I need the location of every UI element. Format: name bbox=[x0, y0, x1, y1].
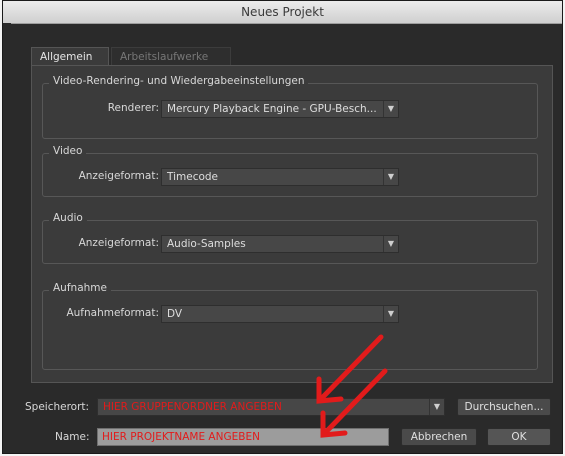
group-video: Video Anzeigeformat: Timecode ▼ bbox=[42, 145, 538, 197]
location-dropdown[interactable]: HIER GRUPPENORDNER ANGEBEN ▼ bbox=[97, 398, 445, 416]
renderer-value: Mercury Playback Engine - GPU-Besch... bbox=[167, 103, 377, 115]
audio-display-format-value: Audio-Samples bbox=[167, 238, 246, 250]
cancel-button[interactable]: Abbrechen bbox=[401, 428, 477, 446]
video-display-format-value: Timecode bbox=[167, 171, 219, 183]
project-name-value: HIER PROJEKTNAME ANGEBEN bbox=[102, 431, 260, 443]
renderer-label: Renderer: bbox=[107, 102, 159, 114]
video-display-format-label: Anzeigeformat: bbox=[78, 170, 159, 182]
group-title-audio: Audio bbox=[49, 212, 87, 224]
group-title-capture: Aufnahme bbox=[49, 282, 111, 294]
project-name-input[interactable]: HIER PROJEKTNAME ANGEBEN bbox=[97, 428, 389, 446]
audio-display-format-label: Anzeigeformat: bbox=[78, 237, 159, 249]
tab-general[interactable]: Allgemein bbox=[31, 47, 109, 65]
capture-format-value: DV bbox=[167, 308, 183, 320]
renderer-dropdown[interactable]: Mercury Playback Engine - GPU-Besch... ▼ bbox=[161, 100, 399, 118]
chevron-down-icon: ▼ bbox=[383, 169, 398, 185]
chevron-down-icon: ▼ bbox=[383, 306, 398, 322]
video-display-format-dropdown[interactable]: Timecode ▼ bbox=[161, 168, 399, 186]
audio-display-format-dropdown[interactable]: Audio-Samples ▼ bbox=[161, 235, 399, 253]
group-title-video: Video bbox=[49, 145, 87, 157]
settings-panel: Video-Rendering- und Wiedergabeeinstellu… bbox=[31, 65, 553, 383]
chevron-down-icon: ▼ bbox=[429, 399, 444, 415]
window-title: Neues Projekt bbox=[3, 1, 562, 24]
group-rendering: Video-Rendering- und Wiedergabeeinstellu… bbox=[42, 75, 538, 139]
location-label: Speicherort: bbox=[25, 401, 90, 413]
capture-format-label: Aufnahmeformat: bbox=[66, 307, 159, 319]
window-edge bbox=[3, 23, 11, 453]
capture-format-dropdown[interactable]: DV ▼ bbox=[161, 305, 399, 323]
group-capture: Aufnahme Aufnahmeformat: DV ▼ bbox=[42, 282, 538, 370]
tab-scratch-disks[interactable]: Arbeitslaufwerke bbox=[111, 47, 231, 65]
group-audio: Audio Anzeigeformat: Audio-Samples ▼ bbox=[42, 212, 538, 264]
name-label: Name: bbox=[55, 431, 90, 443]
chevron-down-icon: ▼ bbox=[383, 236, 398, 252]
ok-button[interactable]: OK bbox=[487, 428, 551, 446]
browse-button[interactable]: Durchsuchen... bbox=[457, 398, 551, 416]
new-project-dialog: Neues Projekt Allgemein Arbeitslaufwerke… bbox=[2, 0, 563, 454]
chevron-down-icon: ▼ bbox=[383, 101, 398, 117]
location-value: HIER GRUPPENORDNER ANGEBEN bbox=[103, 401, 282, 413]
group-title-rendering: Video-Rendering- und Wiedergabeeinstellu… bbox=[49, 75, 309, 87]
